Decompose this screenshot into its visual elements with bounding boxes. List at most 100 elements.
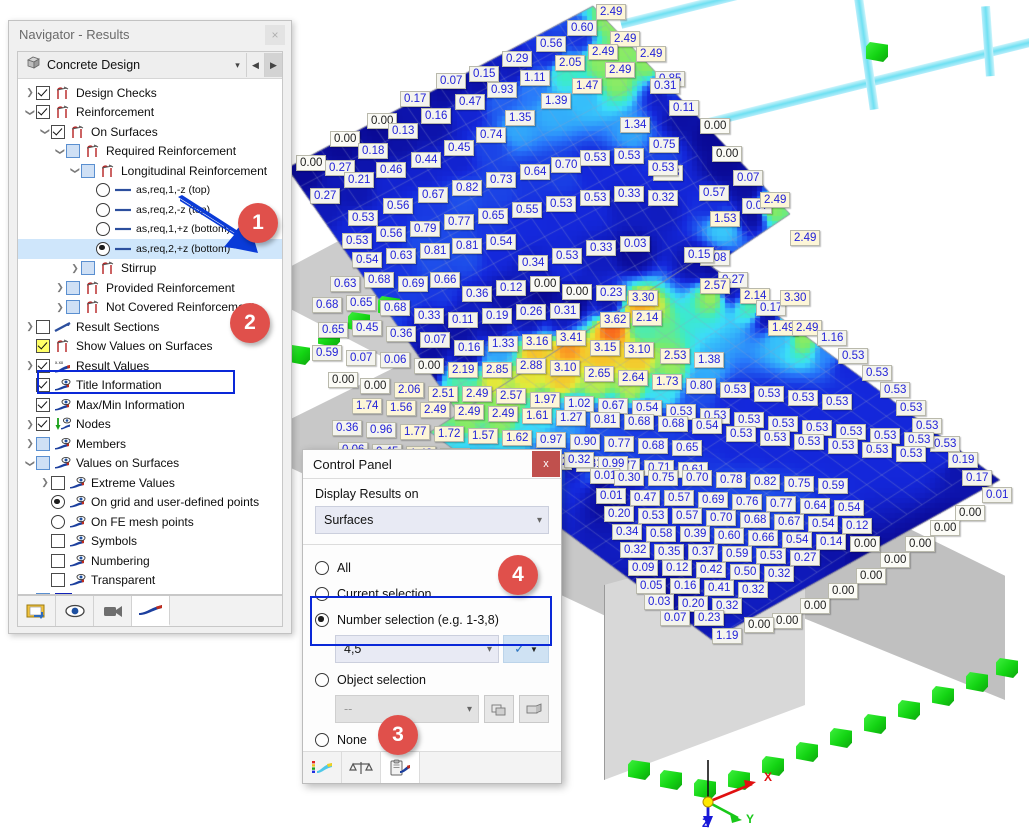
chevron-right-icon[interactable]: ❯ [24, 87, 36, 98]
display-results-select[interactable]: Surfaces ▾ [315, 506, 549, 534]
surface-value-label: 0.68 [624, 414, 654, 430]
checkbox-blue[interactable] [66, 281, 80, 295]
option-number-selection[interactable]: Number selection (e.g. 1-3,8) [315, 607, 549, 633]
tree-item-type-of-display[interactable]: ❯Type of display [18, 590, 282, 594]
chevron-down-icon[interactable]: ▾ [229, 53, 246, 77]
checkbox-yellow[interactable] [36, 339, 50, 353]
results-icon[interactable] [132, 596, 170, 626]
next-arrow-icon[interactable]: ▶ [264, 53, 282, 77]
checkbox-on[interactable] [36, 359, 50, 373]
radio-selected[interactable] [96, 242, 110, 256]
control-panel-footer-tabs[interactable] [303, 751, 561, 783]
chevron-right-icon[interactable]: ❯ [24, 321, 36, 332]
tree-item-extreme-values[interactable]: ❯Extreme Values [18, 473, 282, 493]
tree-item-transparent[interactable]: Transparent [18, 571, 282, 591]
color-scale-icon[interactable] [303, 752, 342, 783]
tree-item-numbering[interactable]: Numbering [18, 551, 282, 571]
chevron-down-icon[interactable]: ❯ [25, 106, 36, 118]
checkbox-blue[interactable] [81, 164, 95, 178]
close-icon[interactable]: × [265, 25, 285, 45]
checkbox-blue[interactable] [36, 456, 50, 470]
checkbox-off[interactable] [51, 573, 65, 587]
option-object-selection[interactable]: Object selection [315, 667, 549, 693]
project-navigator-icon[interactable] [18, 596, 56, 626]
tree-item-on-fe-mesh-points[interactable]: On FE mesh points [18, 512, 282, 532]
radio-number-selection[interactable] [315, 613, 329, 627]
tree-item-on-surfaces[interactable]: ❯On Surfaces [18, 122, 282, 142]
checkbox-blue[interactable] [66, 300, 80, 314]
eye-tag-icon [54, 456, 72, 471]
chevron-down-icon[interactable]: ❯ [25, 457, 36, 469]
prev-arrow-icon[interactable]: ◀ [246, 53, 264, 77]
radio-current-selection[interactable] [315, 587, 329, 601]
checkbox-blue[interactable] [36, 593, 50, 594]
checkbox-on[interactable] [36, 86, 50, 100]
views-camera-icon[interactable] [94, 596, 132, 626]
checkbox-on[interactable] [36, 378, 50, 392]
chevron-right-icon[interactable]: ❯ [54, 282, 66, 293]
radio-unselected[interactable] [96, 183, 110, 197]
chevron-right-icon[interactable]: ❯ [69, 263, 81, 274]
tree-item-values-on-surfaces[interactable]: ❯Values on Surfaces [18, 454, 282, 474]
tree-item-max-min-information[interactable]: Max/Min Information [18, 395, 282, 415]
surface-value-label: 0.32 [620, 542, 650, 558]
tree-item-design-checks[interactable]: ❯Design Checks [18, 83, 282, 103]
radio-none[interactable] [315, 733, 329, 747]
tree-item-nodes[interactable]: ❯Nodes [18, 415, 282, 435]
pick-objects-icon[interactable] [484, 695, 514, 723]
filter-clipboard-icon[interactable] [381, 752, 420, 783]
pick-objects-alt-icon[interactable] [519, 695, 549, 723]
tree-item-longitudinal-reinforcement[interactable]: ❯Longitudinal Reinforcement [18, 161, 282, 181]
tree-item-stirrup[interactable]: ❯Stirrup [18, 259, 282, 279]
chevron-right-icon[interactable]: ❯ [39, 477, 51, 488]
result-category-combo[interactable]: Concrete Design ▾ ◀ ▶ [18, 52, 282, 79]
navigator-title-bar: Navigator - Results × [9, 21, 291, 49]
tree-item-symbols[interactable]: Symbols [18, 532, 282, 552]
chevron-right-icon[interactable]: ❯ [24, 438, 36, 449]
tree-item-required-reinforcement[interactable]: ❯Required Reinforcement [18, 142, 282, 162]
chevron-down-icon[interactable]: ❯ [70, 165, 81, 177]
object-selection-row[interactable]: -- ▾ [335, 695, 549, 723]
number-selection-row[interactable]: 4,5 ▾ ✓ ▼ [335, 635, 549, 663]
checkbox-off[interactable] [51, 554, 65, 568]
close-icon[interactable]: x [532, 451, 560, 477]
checkbox-on[interactable] [36, 398, 50, 412]
display-results-section: Display Results on Surfaces ▾ [303, 479, 561, 545]
navigator-footer-tabs[interactable] [17, 595, 283, 627]
chevron-right-icon[interactable]: ❯ [24, 360, 36, 371]
chevron-down-icon[interactable]: ❯ [55, 145, 66, 157]
radio-unselected[interactable] [51, 515, 65, 529]
caret-down-icon[interactable]: ▼ [530, 645, 538, 654]
checkbox-on[interactable] [36, 105, 50, 119]
apply-selection-button[interactable]: ✓ ▼ [503, 635, 549, 663]
radio-unselected[interactable] [96, 222, 110, 236]
chevron-right-icon[interactable]: ❯ [54, 302, 66, 313]
radio-selected[interactable] [51, 495, 65, 509]
surface-value-label: 0.58 [646, 526, 676, 542]
tree-item-on-grid-and-user-defined-points[interactable]: On grid and user-defined points [18, 493, 282, 513]
tree-item-reinforcement[interactable]: ❯Reinforcement [18, 103, 282, 123]
checkbox-off[interactable] [51, 476, 65, 490]
radio-unselected[interactable] [96, 203, 110, 217]
tree-item-title-information[interactable]: Title Information [18, 376, 282, 396]
checkbox-off[interactable] [36, 320, 50, 334]
display-eye-icon[interactable] [56, 596, 94, 626]
tree-item-members[interactable]: ❯Members [18, 434, 282, 454]
checkbox-blue[interactable] [36, 437, 50, 451]
checkbox-blue[interactable] [81, 261, 95, 275]
checkbox-blue[interactable] [66, 144, 80, 158]
radio-all[interactable] [315, 561, 329, 575]
tree-item-result-values[interactable]: ❯x.xxResult Values [18, 356, 282, 376]
control-panel[interactable]: Control Panel x Display Results on Surfa… [302, 449, 562, 784]
checkbox-on[interactable] [51, 125, 65, 139]
chevron-right-icon[interactable]: ❯ [24, 419, 36, 430]
surface-value-label: 0.07 [436, 73, 466, 89]
chevron-down-icon[interactable]: ❯ [40, 126, 51, 138]
factors-scale-icon[interactable] [342, 752, 381, 783]
number-selection-input[interactable]: 4,5 ▾ [335, 635, 499, 663]
radio-object-selection[interactable] [315, 673, 329, 687]
checkbox-on[interactable] [36, 417, 50, 431]
tree-item-provided-reinforcement[interactable]: ❯Provided Reinforcement [18, 278, 282, 298]
option-none[interactable]: None [315, 727, 549, 753]
checkbox-off[interactable] [51, 534, 65, 548]
